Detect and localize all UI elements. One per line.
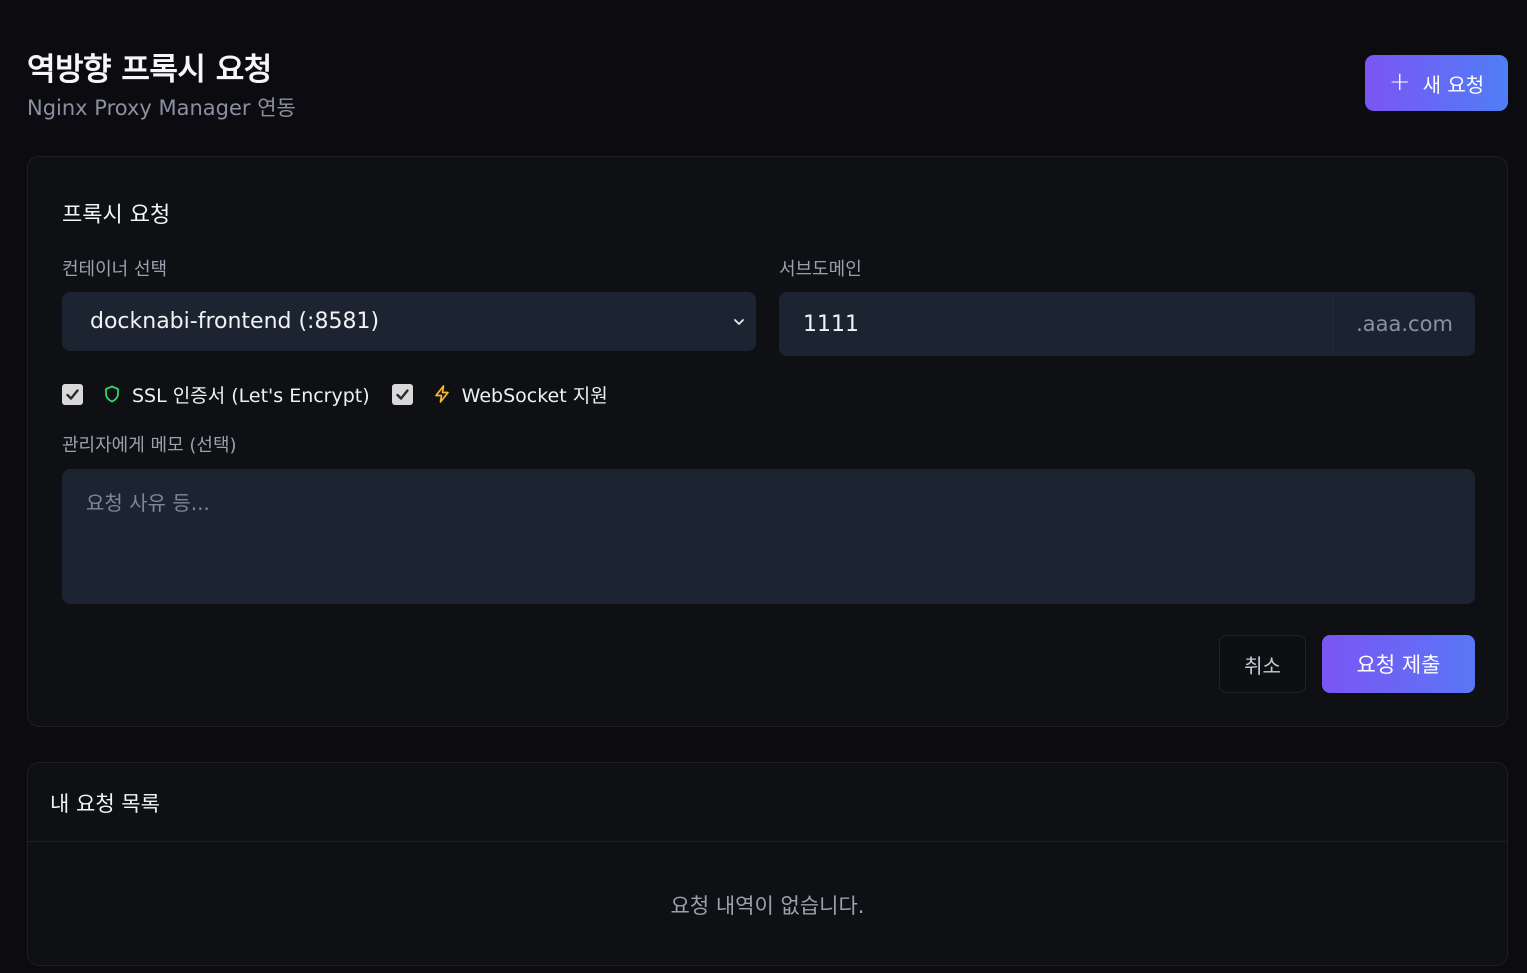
subdomain-field: .aaa.com: [779, 292, 1475, 356]
chevron-down-icon: [734, 318, 744, 325]
websocket-checkbox[interactable]: [391, 383, 413, 405]
websocket-label: WebSocket 지원: [461, 384, 608, 407]
options-row: SSL 인증서 (Let's Encrypt) WebSocket 지원: [62, 379, 608, 409]
shield-icon: [105, 385, 119, 403]
container-label: 컨테이너 선택: [62, 259, 168, 280]
check-icon: [395, 388, 409, 400]
page: 역방향 프록시 요청 Nginx Proxy Manager 연동 + 새 요청…: [0, 0, 1527, 973]
cancel-button[interactable]: 취소: [1219, 635, 1306, 693]
form-title: 프록시 요청: [62, 203, 171, 228]
page-subtitle: Nginx Proxy Manager 연동: [27, 96, 296, 120]
ssl-label: SSL 인증서 (Let's Encrypt): [132, 384, 370, 407]
new-request-button[interactable]: + 새 요청: [1365, 55, 1508, 111]
lightning-icon: [434, 385, 449, 403]
subdomain-label: 서브도메인: [779, 259, 862, 280]
my-requests-title: 내 요청 목록: [50, 792, 160, 816]
plus-icon: +: [1388, 67, 1411, 97]
page-title: 역방향 프록시 요청: [27, 52, 272, 88]
new-request-label: 새 요청: [1422, 72, 1485, 97]
empty-state-message: 요청 내역이 없습니다.: [670, 894, 865, 918]
my-requests-header: 내 요청 목록: [28, 763, 1507, 842]
container-selected-value: docknabi-frontend (:8581): [90, 309, 380, 334]
subdomain-input[interactable]: [779, 292, 1333, 356]
subdomain-suffix: .aaa.com: [1333, 292, 1475, 356]
memo-textarea[interactable]: [62, 469, 1475, 604]
my-requests-card: 내 요청 목록 요청 내역이 없습니다.: [27, 762, 1508, 966]
check-icon: [66, 388, 79, 400]
ssl-checkbox[interactable]: [62, 383, 83, 405]
memo-label: 관리자에게 메모 (선택): [62, 435, 237, 456]
submit-request-button[interactable]: 요청 제출: [1322, 635, 1475, 693]
container-select[interactable]: docknabi-frontend (:8581): [62, 292, 756, 351]
proxy-request-form: 프록시 요청 컨테이너 선택 docknabi-frontend (:8581)…: [27, 156, 1508, 727]
